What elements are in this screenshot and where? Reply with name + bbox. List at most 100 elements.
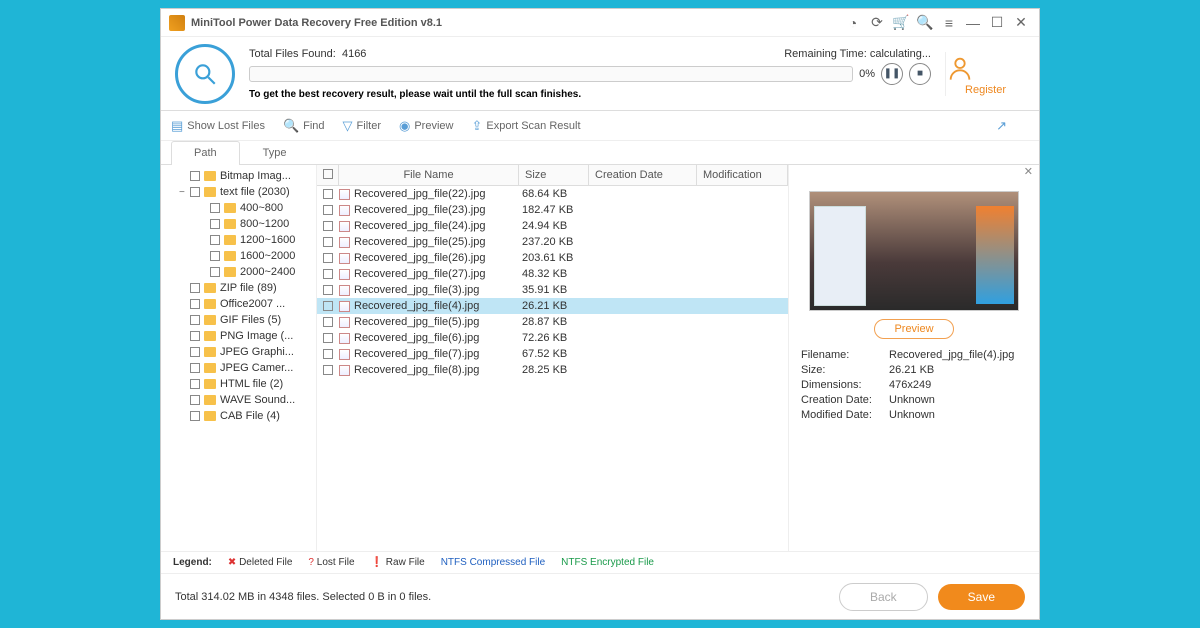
- row-checkbox[interactable]: [323, 301, 333, 311]
- col-size[interactable]: Size: [519, 165, 589, 185]
- tree-item[interactable]: JPEG Camer...: [161, 360, 316, 376]
- checkbox[interactable]: [190, 347, 200, 357]
- checkbox[interactable]: [190, 363, 200, 373]
- checkbox[interactable]: [190, 379, 200, 389]
- file-row[interactable]: Recovered_jpg_file(27).jpg48.32 KB: [317, 266, 788, 282]
- pause-button[interactable]: ❚❚: [881, 63, 903, 85]
- file-name: Recovered_jpg_file(4).jpg: [354, 300, 522, 312]
- share-icon[interactable]: ↗: [996, 118, 1011, 134]
- checkbox[interactable]: [210, 251, 220, 261]
- checkbox[interactable]: [190, 187, 200, 197]
- tree-item[interactable]: −text file (2030): [161, 184, 316, 200]
- file-size: 67.52 KB: [522, 348, 592, 360]
- checkbox[interactable]: [190, 331, 200, 341]
- tree-item[interactable]: 400~800: [161, 200, 316, 216]
- tab-path[interactable]: Path: [171, 141, 240, 165]
- clock-icon[interactable]: ◔: [843, 13, 863, 33]
- back-button[interactable]: Back: [839, 583, 928, 611]
- select-all-checkbox[interactable]: [323, 169, 333, 179]
- checkbox[interactable]: [190, 315, 200, 325]
- stop-button[interactable]: ■: [909, 63, 931, 85]
- find-button[interactable]: 🔍Find: [283, 118, 325, 134]
- tree-item[interactable]: 1600~2000: [161, 248, 316, 264]
- save-button[interactable]: Save: [938, 584, 1025, 610]
- checkbox[interactable]: [190, 411, 200, 421]
- row-checkbox[interactable]: [323, 205, 333, 215]
- file-row[interactable]: Recovered_jpg_file(8).jpg28.25 KB: [317, 362, 788, 378]
- folder-icon: [204, 395, 216, 405]
- row-checkbox[interactable]: [323, 317, 333, 327]
- register-box[interactable]: Register: [945, 52, 1025, 96]
- row-checkbox[interactable]: [323, 237, 333, 247]
- checkbox[interactable]: [210, 203, 220, 213]
- row-checkbox[interactable]: [323, 253, 333, 263]
- checkbox[interactable]: [190, 395, 200, 405]
- row-checkbox[interactable]: [323, 269, 333, 279]
- tree-item[interactable]: PNG Image (...: [161, 328, 316, 344]
- checkbox[interactable]: [210, 267, 220, 277]
- row-checkbox[interactable]: [323, 349, 333, 359]
- close-preview-icon[interactable]: ✕: [1024, 165, 1033, 178]
- tree-item[interactable]: Office2007 ...: [161, 296, 316, 312]
- file-size: 24.94 KB: [522, 220, 592, 232]
- tree-item[interactable]: WAVE Sound...: [161, 392, 316, 408]
- row-checkbox[interactable]: [323, 365, 333, 375]
- preview-button[interactable]: ◉Preview: [399, 118, 453, 134]
- found-label: Total Files Found:: [249, 48, 336, 60]
- file-size: 68.64 KB: [522, 188, 592, 200]
- file-row[interactable]: Recovered_jpg_file(24).jpg24.94 KB: [317, 218, 788, 234]
- tree-item[interactable]: JPEG Graphi...: [161, 344, 316, 360]
- tree-label: Bitmap Imag...: [220, 170, 291, 182]
- close-icon[interactable]: ✕: [1011, 13, 1031, 33]
- cart-icon[interactable]: 🛒: [891, 13, 911, 33]
- folder-icon: [204, 171, 216, 181]
- checkbox[interactable]: [210, 235, 220, 245]
- file-row[interactable]: Recovered_jpg_file(26).jpg203.61 KB: [317, 250, 788, 266]
- file-row[interactable]: Recovered_jpg_file(6).jpg72.26 KB: [317, 330, 788, 346]
- col-modification[interactable]: Modification: [697, 165, 788, 185]
- file-row[interactable]: Recovered_jpg_file(7).jpg67.52 KB: [317, 346, 788, 362]
- file-name: Recovered_jpg_file(6).jpg: [354, 332, 522, 344]
- tree-item[interactable]: 1200~1600: [161, 232, 316, 248]
- preview-open-button[interactable]: Preview: [874, 319, 954, 339]
- checkbox[interactable]: [190, 283, 200, 293]
- filter-button[interactable]: ▽Filter: [343, 118, 381, 134]
- minimize-icon[interactable]: —: [963, 13, 983, 33]
- row-checkbox[interactable]: [323, 189, 333, 199]
- tree-item[interactable]: HTML file (2): [161, 376, 316, 392]
- file-size: 182.47 KB: [522, 204, 592, 216]
- tree-item[interactable]: 2000~2400: [161, 264, 316, 280]
- file-row[interactable]: Recovered_jpg_file(25).jpg237.20 KB: [317, 234, 788, 250]
- folder-tree[interactable]: Bitmap Imag... −text file (2030)400~80080…: [161, 165, 317, 551]
- file-row[interactable]: Recovered_jpg_file(22).jpg68.64 KB: [317, 186, 788, 202]
- file-row[interactable]: Recovered_jpg_file(4).jpg26.21 KB: [317, 298, 788, 314]
- tree-item[interactable]: Bitmap Imag...: [161, 168, 316, 184]
- tab-type[interactable]: Type: [240, 141, 310, 164]
- file-row[interactable]: Recovered_jpg_file(23).jpg182.47 KB: [317, 202, 788, 218]
- col-filename[interactable]: File Name: [339, 165, 519, 185]
- maximize-icon[interactable]: ☐: [987, 13, 1007, 33]
- row-checkbox[interactable]: [323, 221, 333, 231]
- legend-raw: Raw File: [371, 557, 425, 568]
- row-checkbox[interactable]: [323, 285, 333, 295]
- refresh-icon[interactable]: ⟳: [867, 13, 887, 33]
- file-row[interactable]: Recovered_jpg_file(5).jpg28.87 KB: [317, 314, 788, 330]
- tree-item[interactable]: 800~1200: [161, 216, 316, 232]
- checkbox[interactable]: [190, 171, 200, 181]
- menu-icon[interactable]: ≡: [939, 13, 959, 33]
- checkbox[interactable]: [210, 219, 220, 229]
- tree-item[interactable]: ZIP file (89): [161, 280, 316, 296]
- tree-item[interactable]: GIF Files (5): [161, 312, 316, 328]
- col-creation-date[interactable]: Creation Date: [589, 165, 697, 185]
- file-list[interactable]: Recovered_jpg_file(22).jpg68.64 KBRecove…: [317, 186, 788, 551]
- tabs: Path Type: [161, 141, 1039, 165]
- checkbox[interactable]: [190, 299, 200, 309]
- row-checkbox[interactable]: [323, 333, 333, 343]
- export-button[interactable]: ⇪Export Scan Result: [471, 118, 580, 134]
- tree-item[interactable]: CAB File (4): [161, 408, 316, 424]
- filter-icon: ▽: [343, 118, 353, 134]
- show-lost-button[interactable]: ▤Show Lost Files: [171, 118, 265, 134]
- search-icon[interactable]: 🔍: [915, 13, 935, 33]
- folder-icon: [204, 347, 216, 357]
- file-row[interactable]: Recovered_jpg_file(3).jpg35.91 KB: [317, 282, 788, 298]
